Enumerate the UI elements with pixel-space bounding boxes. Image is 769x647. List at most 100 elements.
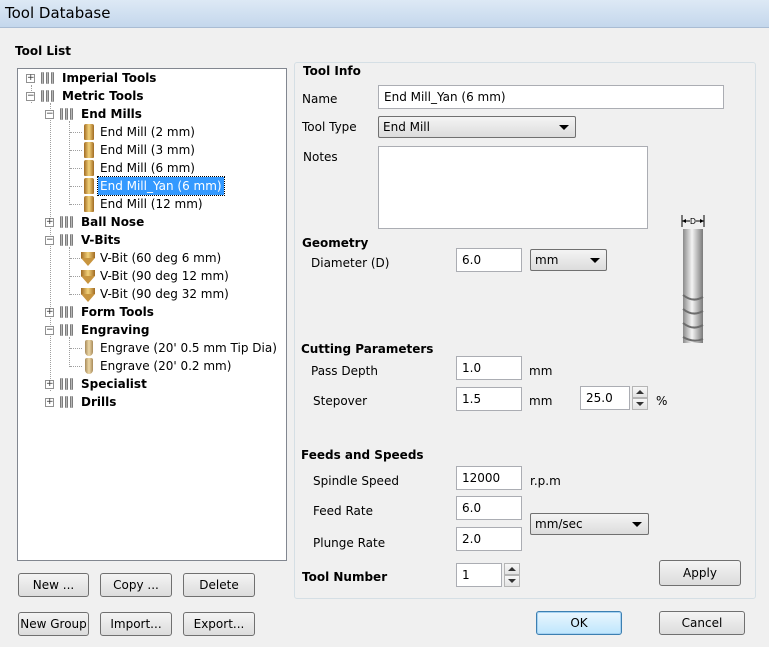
collapse-toggle[interactable]: − <box>45 236 54 245</box>
new-button[interactable]: New ... <box>18 573 89 597</box>
collapse-toggle[interactable]: − <box>26 92 35 101</box>
tool-group-icon <box>60 377 76 391</box>
tool-number-spinner[interactable] <box>504 563 520 587</box>
spin-down-icon[interactable] <box>504 575 520 587</box>
tree-item-end-mill-3mm[interactable]: End Mill (3 mm) <box>100 141 195 159</box>
tool-type-select[interactable]: End Mill <box>378 116 576 138</box>
tree-group-engraving[interactable]: Engraving <box>81 321 149 339</box>
tree-item-v-bit-90-12[interactable]: V-Bit (90 deg 12 mm) <box>100 267 229 285</box>
copy-button[interactable]: Copy ... <box>100 573 172 597</box>
tree-line <box>69 247 70 295</box>
end-mill-icon <box>84 142 94 158</box>
tool-type-label: Tool Type <box>302 120 357 134</box>
tree-group-form-tools[interactable]: Form Tools <box>81 303 154 321</box>
collapse-toggle[interactable]: − <box>45 326 54 335</box>
rate-units-value: mm/sec <box>535 517 583 531</box>
tool-list-heading: Tool List <box>15 44 72 58</box>
tree-line <box>69 337 70 367</box>
geometry-heading: Geometry <box>302 236 369 250</box>
tree-line <box>70 168 82 169</box>
tree-group-specialist[interactable]: Specialist <box>81 375 147 393</box>
diameter-input[interactable]: 6.0 <box>456 248 522 272</box>
ok-button[interactable]: OK <box>536 611 622 635</box>
end-mill-diagram-icon: D <box>681 215 705 343</box>
stepover-spinner[interactable] <box>632 386 648 410</box>
tree-item-engrave-05[interactable]: Engrave (20' 0.5 mm Tip Dia) <box>100 339 277 357</box>
expand-toggle[interactable]: + <box>26 74 35 83</box>
end-mill-icon <box>84 178 94 194</box>
window-title: Tool Database <box>5 4 111 22</box>
spindle-speed-label: Spindle Speed <box>313 474 399 488</box>
tree-line <box>70 150 82 151</box>
expand-toggle[interactable]: + <box>45 380 54 389</box>
engrave-tool-icon <box>85 340 93 356</box>
tree-group-ball-nose[interactable]: Ball Nose <box>81 213 144 231</box>
expand-toggle[interactable]: + <box>45 398 54 407</box>
percent-label: % <box>656 394 668 408</box>
spin-down-icon[interactable] <box>632 398 648 410</box>
tree-group-drills[interactable]: Drills <box>81 393 116 411</box>
tool-tree[interactable]: + Imperial Tools − Metric Tools − End Mi… <box>17 68 287 561</box>
name-input[interactable]: End Mill_Yan (6 mm) <box>378 85 724 109</box>
tree-group-end-mills[interactable]: End Mills <box>81 105 142 123</box>
tool-number-input[interactable]: 1 <box>456 563 502 587</box>
expand-toggle[interactable]: + <box>45 308 54 317</box>
tree-item-engrave-02[interactable]: Engrave (20' 0.2 mm) <box>100 357 231 375</box>
tree-group-imperial-tools[interactable]: Imperial Tools <box>62 69 156 87</box>
tree-group-v-bits[interactable]: V-Bits <box>81 231 121 249</box>
import-button[interactable]: Import... <box>100 612 172 636</box>
tree-item-v-bit-60[interactable]: V-Bit (60 deg 6 mm) <box>100 249 221 267</box>
stepover-unit: mm <box>529 394 553 408</box>
pass-depth-input[interactable]: 1.0 <box>456 356 522 380</box>
stepover-input[interactable]: 1.5 <box>456 387 522 411</box>
name-label: Name <box>302 92 338 106</box>
cancel-button[interactable]: Cancel <box>659 611 745 635</box>
tree-item-end-mill-yan-6mm[interactable]: End Mill_Yan (6 mm) <box>97 176 225 196</box>
export-button[interactable]: Export... <box>183 612 255 636</box>
chevron-down-icon <box>559 125 569 130</box>
v-bit-icon <box>81 270 95 284</box>
expand-toggle[interactable]: + <box>45 218 54 227</box>
new-group-button[interactable]: New Group <box>18 612 89 636</box>
stepover-label: Stepover <box>313 394 368 408</box>
tree-line <box>70 366 82 367</box>
spindle-speed-input[interactable]: 12000 <box>456 466 522 490</box>
plunge-rate-input[interactable]: 2.0 <box>456 527 522 551</box>
tree-item-end-mill-2mm[interactable]: End Mill (2 mm) <box>100 123 195 141</box>
pass-depth-label: Pass Depth <box>311 364 378 378</box>
stepover-percent-input[interactable]: 25.0 <box>580 386 630 410</box>
tree-line <box>70 186 82 187</box>
end-mill-icon <box>84 160 94 176</box>
spin-up-icon[interactable] <box>632 386 648 398</box>
feed-rate-label: Feed Rate <box>313 504 373 518</box>
tree-group-metric-tools[interactable]: Metric Tools <box>62 87 143 105</box>
title-bar: Tool Database <box>0 0 769 28</box>
tool-info-heading: Tool Info <box>303 64 361 78</box>
spindle-speed-unit: r.p.m <box>530 474 561 488</box>
diameter-marker: D <box>690 217 696 226</box>
tree-item-end-mill-6mm[interactable]: End Mill (6 mm) <box>100 159 195 177</box>
rate-units-select[interactable]: mm/sec <box>530 513 649 535</box>
tree-item-v-bit-90-32[interactable]: V-Bit (90 deg 32 mm) <box>100 285 229 303</box>
geometry-units-select[interactable]: mm <box>530 249 607 271</box>
tool-group-icon <box>60 305 76 319</box>
chevron-down-icon <box>590 258 600 263</box>
tool-group-icon <box>60 107 76 121</box>
tree-line <box>70 204 82 205</box>
feeds-speeds-heading: Feeds and Speeds <box>301 448 424 462</box>
feed-rate-input[interactable]: 6.0 <box>456 496 522 520</box>
apply-button[interactable]: Apply <box>659 560 741 586</box>
tree-item-end-mill-12mm[interactable]: End Mill (12 mm) <box>100 195 203 213</box>
chevron-down-icon <box>632 522 642 527</box>
tree-line <box>70 348 82 349</box>
cutting-parameters-heading: Cutting Parameters <box>301 342 434 356</box>
delete-button[interactable]: Delete <box>183 573 255 597</box>
collapse-toggle[interactable]: − <box>45 110 54 119</box>
tool-type-value: End Mill <box>383 120 430 134</box>
tool-group-icon <box>60 395 76 409</box>
end-mill-icon <box>84 196 94 212</box>
diameter-label: Diameter (D) <box>311 256 390 270</box>
notes-textarea[interactable] <box>378 146 648 229</box>
spin-up-icon[interactable] <box>504 563 520 575</box>
tool-group-icon <box>41 71 57 85</box>
